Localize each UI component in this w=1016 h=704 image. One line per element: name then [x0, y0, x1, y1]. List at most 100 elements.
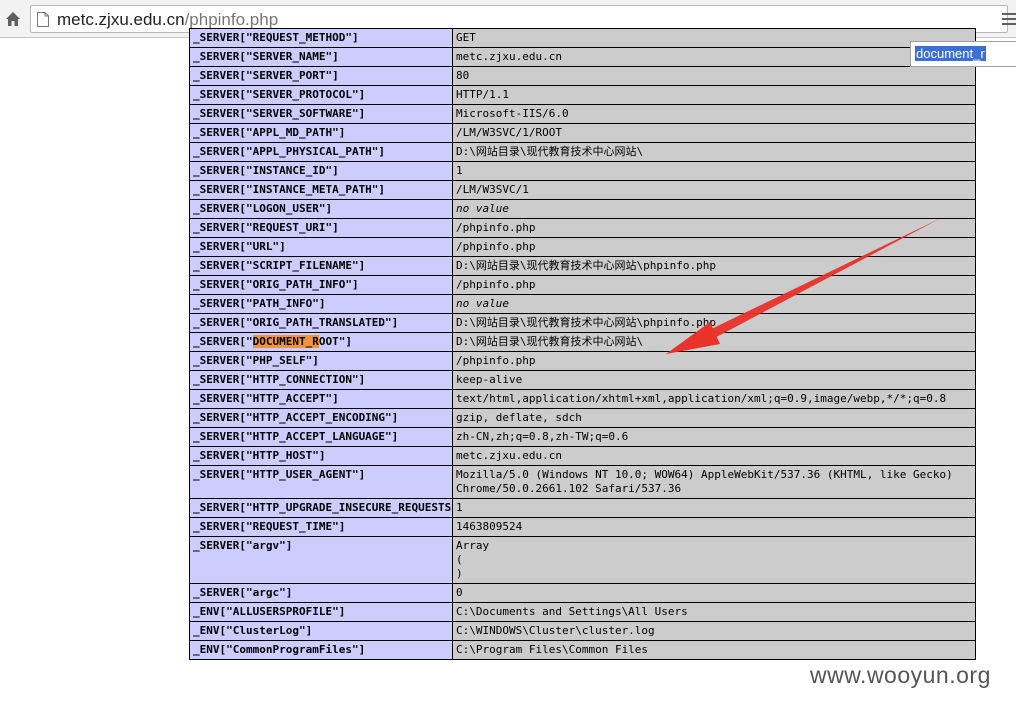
- url-text: metc.zjxu.edu.cn/phpinfo.php: [57, 10, 278, 30]
- variable-value-cell: text/html,application/xhtml+xml,applicat…: [452, 389, 976, 409]
- variable-value-cell: D:\网站目录\现代教育技术中心网站\: [452, 332, 976, 352]
- variable-value-cell: C:\Program Files\Common Files: [452, 640, 976, 660]
- table-row: _SERVER["PHP_SELF"]/phpinfo.php: [189, 351, 976, 371]
- home-icon[interactable]: [3, 9, 23, 29]
- table-row: _SERVER["SERVER_PORT"] 80: [189, 66, 976, 86]
- table-row: _SERVER["SCRIPT_FILENAME"] D:\网站目录\现代教育技术…: [189, 256, 976, 276]
- url-host: metc.zjxu.edu.cn: [57, 10, 185, 29]
- variable-name-cell: _SERVER["HTTP_ACCEPT_LANGUAGE"]: [189, 427, 453, 447]
- variable-value-cell: metc.zjxu.edu.cn: [452, 446, 976, 466]
- table-row: _SERVER["HTTP_ACCEPT_LANGUAGE"] zh-CN,zh;…: [189, 427, 976, 447]
- variable-name-cell: _SERVER["INSTANCE_META_PATH"]: [189, 180, 453, 200]
- variable-name-cell: _SERVER["SERVER_SOFTWARE"]: [189, 104, 453, 124]
- variable-name-cell: _SERVER["HTTP_USER_AGENT"]: [189, 465, 453, 499]
- variable-name-prefix: _SERVER[": [193, 335, 253, 348]
- variable-name-cell: _SERVER["URL"]: [189, 237, 453, 257]
- variable-value-cell: /phpinfo.php: [452, 275, 976, 295]
- variable-value-cell: C:\Documents and Settings\All Users: [452, 602, 976, 622]
- variable-value-cell: zh-CN,zh;q=0.8,zh-TW;q=0.6: [452, 427, 976, 447]
- variable-name-cell: _SERVER["ORIG_PATH_TRANSLATED"]: [189, 313, 453, 333]
- variable-value-cell: 0: [452, 583, 976, 603]
- table-body: _SERVER["REQUEST_METHOD"] GET _SERVER["SER…: [189, 28, 976, 660]
- variable-name-cell: _SERVER["ORIG_PATH_INFO"]: [189, 275, 453, 295]
- variable-name-cell: _SERVER["HTTP_CONNECTION"]: [189, 370, 453, 390]
- table-row: _SERVER["REQUEST_URI"]/phpinfo.php: [189, 218, 976, 238]
- table-row: _SERVER["SERVER_SOFTWARE"] Microsoft-IIS/…: [189, 104, 976, 124]
- table-row: _SERVER["DOCUMENT_ROOT"] D:\网站目录\现代教育技术中心…: [189, 332, 976, 352]
- variable-name-cell: _SERVER["REQUEST_METHOD"]: [189, 28, 453, 48]
- variable-value-cell: /phpinfo.php: [452, 237, 976, 257]
- variable-value-cell: D:\网站目录\现代教育技术中心网站\: [452, 142, 976, 162]
- table-row: _ENV["CommonProgramFiles"] C:\Program Fil…: [189, 640, 976, 660]
- table-row: _SERVER["INSTANCE_META_PATH"]/LM/W3SVC/1: [189, 180, 976, 200]
- table-row: _SERVER["INSTANCE_ID"] 1: [189, 161, 976, 181]
- menu-icon[interactable]: [1002, 13, 1016, 27]
- table-row: _SERVER["APPL_PHYSICAL_PATH"] D:\网站目录\现代教…: [189, 142, 976, 162]
- page-icon: [37, 12, 49, 27]
- variable-name-cell: _SERVER["SERVER_PORT"]: [189, 66, 453, 86]
- table-row: _SERVER["REQUEST_METHOD"] GET: [189, 28, 976, 48]
- table-row: _SERVER["SERVER_NAME"] metc.zjxu.edu.cn: [189, 47, 976, 67]
- table-row: _SERVER["HTTP_USER_AGENT"] Mozilla/5.0 (W…: [189, 465, 976, 499]
- variable-value-cell: /LM/W3SVC/1: [452, 180, 976, 200]
- variable-name-cell: _SERVER["APPL_PHYSICAL_PATH"]: [189, 142, 453, 162]
- variable-name-cell: _SERVER["PATH_INFO"]: [189, 294, 453, 314]
- variable-name-cell: _SERVER["SERVER_NAME"]: [189, 47, 453, 67]
- variable-name-cell: _ENV["ALLUSERSPROFILE"]: [189, 602, 453, 622]
- variable-name-suffix: OOT"]: [318, 335, 352, 348]
- table-row: _SERVER["HTTP_CONNECTION"] keep-alive: [189, 370, 976, 390]
- variable-value-cell: 1463809524: [452, 517, 976, 537]
- variable-value-cell: C:\WINDOWS\Cluster\cluster.log: [452, 621, 976, 641]
- variable-value-cell: 80: [452, 66, 976, 86]
- variable-value-cell: GET: [452, 28, 976, 48]
- table-row: _SERVER["HTTP_UPGRADE_INSECURE_REQUESTS"…: [189, 498, 976, 518]
- variable-name-cell: _SERVER["SERVER_PROTOCOL"]: [189, 85, 453, 105]
- watermark: www.wooyun.org: [810, 662, 991, 688]
- variable-name-cell: _SERVER["DOCUMENT_ROOT"]: [189, 332, 453, 352]
- find-bar[interactable]: document_r: [910, 41, 1016, 67]
- variable-value-cell: Mozilla/5.0 (Windows NT 10.0; WOW64) App…: [452, 465, 976, 499]
- table-row: _ENV["ClusterLog"] C:\WINDOWS\Cluster\clu…: [189, 621, 976, 641]
- variable-value-cell: Microsoft-IIS/6.0: [452, 104, 976, 124]
- table-row: _SERVER["HTTP_ACCEPT_ENCODING"] gzip, def…: [189, 408, 976, 428]
- table-row: _ENV["ALLUSERSPROFILE"] C:\Documents and …: [189, 602, 976, 622]
- table-row: _SERVER["ORIG_PATH_TRANSLATED"] D:\网站目录\现…: [189, 313, 976, 333]
- variable-value-cell: 1: [452, 161, 976, 181]
- variable-name-cell: _SERVER["argv"]: [189, 536, 453, 584]
- variable-value-cell: metc.zjxu.edu.cn: [452, 47, 976, 67]
- table-row: _SERVER["SERVER_PROTOCOL"] HTTP/1.1: [189, 85, 976, 105]
- find-input[interactable]: document_r: [915, 46, 986, 61]
- table-row: _SERVER["HTTP_HOST"] metc.zjxu.edu.cn: [189, 446, 976, 466]
- table-row: _SERVER["argc"] 0: [189, 583, 976, 603]
- variable-name-cell: _SERVER["PHP_SELF"]: [189, 351, 453, 371]
- table-row: _SERVER["LOGON_USER"] no value: [189, 199, 976, 219]
- variable-name-cell: _SERVER["argc"]: [189, 583, 453, 603]
- table-row: _SERVER["URL"]/phpinfo.php: [189, 237, 976, 257]
- variable-name-cell: _SERVER["HTTP_ACCEPT"]: [189, 389, 453, 409]
- table-row: _SERVER["REQUEST_TIME"] 1463809524: [189, 517, 976, 537]
- table-row: _SERVER["ORIG_PATH_INFO"]/phpinfo.php: [189, 275, 976, 295]
- variable-name-cell: _SERVER["SCRIPT_FILENAME"]: [189, 256, 453, 276]
- table-row: _SERVER["HTTP_ACCEPT"] text/html,applicat…: [189, 389, 976, 409]
- variable-value-cell: keep-alive: [452, 370, 976, 390]
- variable-name-cell: _SERVER["HTTP_HOST"]: [189, 446, 453, 466]
- url-path: /phpinfo.php: [184, 10, 279, 29]
- find-match-highlight: DOCUMENT_R: [252, 335, 319, 348]
- variable-value-cell: 1: [452, 498, 976, 518]
- table-row: _SERVER["APPL_MD_PATH"]/LM/W3SVC/1/ROOT: [189, 123, 976, 143]
- table-row: _SERVER["PATH_INFO"] no value: [189, 294, 976, 314]
- variable-name-cell: _ENV["CommonProgramFiles"]: [189, 640, 453, 660]
- variable-name-cell: _SERVER["APPL_MD_PATH"]: [189, 123, 453, 143]
- variable-value-cell: gzip, deflate, sdch: [452, 408, 976, 428]
- variable-value-cell: D:\网站目录\现代教育技术中心网站\phpinfo.php: [452, 256, 976, 276]
- variable-name-cell: _SERVER["HTTP_UPGRADE_INSECURE_REQUESTS"…: [189, 498, 453, 518]
- variable-value-cell: /phpinfo.php: [452, 218, 976, 238]
- table-row: _SERVER["argv"] Array ( ): [189, 536, 976, 584]
- phpinfo-variables-table: _SERVER["REQUEST_METHOD"] GET _SERVER["SER…: [189, 28, 976, 660]
- variable-name-cell: _SERVER["REQUEST_URI"]: [189, 218, 453, 238]
- variable-name-cell: _SERVER["REQUEST_TIME"]: [189, 517, 453, 537]
- variable-value-cell: D:\网站目录\现代教育技术中心网站\phpinfo.php: [452, 313, 976, 333]
- variable-name-cell: _ENV["ClusterLog"]: [189, 621, 453, 641]
- variable-value-cell: no value: [452, 199, 976, 219]
- variable-value-cell: HTTP/1.1: [452, 85, 976, 105]
